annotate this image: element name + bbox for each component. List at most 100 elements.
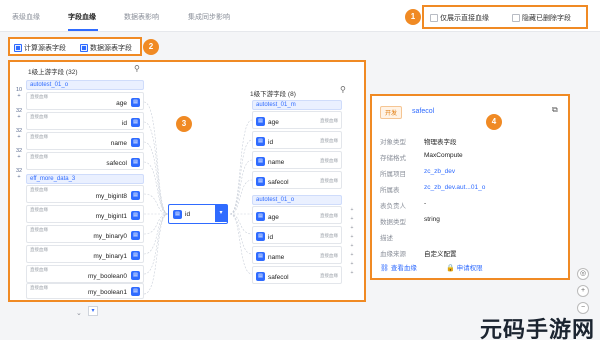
field-row[interactable]: 直接血缘 age ▤ bbox=[26, 92, 144, 110]
lineage-tag: 直接血缘 bbox=[320, 158, 338, 163]
legend-computed-label: 计算源表字段 bbox=[23, 45, 66, 52]
lineage-tag: 直接血缘 bbox=[320, 138, 338, 143]
field-type-icon: ▤ bbox=[256, 157, 265, 166]
downstream-expand-markers[interactable]: + + + + + + + + bbox=[348, 206, 356, 286]
field-row[interactable]: ▤ age 直接血缘 bbox=[252, 111, 342, 129]
field-row[interactable]: 直接血缘 my_boolean0 ▤ bbox=[26, 265, 144, 283]
lineage-canvas[interactable]: 1级上游字段 (32) ⚲ 10 + 32 + 32 + 32 + 32 + autote… bbox=[8, 60, 366, 302]
detail-key: 描述 bbox=[380, 235, 393, 242]
hide-deleted-label: 隐藏已删除字段 bbox=[521, 15, 571, 22]
datasource-checkbox[interactable] bbox=[80, 44, 88, 52]
lineage-tag: 直接血缘 bbox=[30, 285, 48, 290]
hide-deleted-checkbox[interactable] bbox=[512, 14, 520, 22]
env-tag: 开发 bbox=[380, 106, 403, 119]
canvas-collapse-icon[interactable]: ⌄ bbox=[76, 309, 82, 317]
field-row[interactable]: 直接血缘 my_binary0 ▤ bbox=[26, 225, 144, 243]
chevron-down-icon[interactable]: ▾ bbox=[88, 306, 98, 316]
lineage-tag: 直接血缘 bbox=[320, 178, 338, 183]
request-permission-label: 申请权限 bbox=[456, 265, 483, 272]
upstream-title: 1级上游字段 (32) bbox=[28, 69, 78, 76]
show-direct-option[interactable]: 仅展示直接血缘 bbox=[430, 13, 489, 23]
legend-computed[interactable]: 计算源表字段 bbox=[14, 43, 66, 53]
field-row[interactable]: 直接血缘 safecol ▤ bbox=[26, 152, 144, 170]
field-row[interactable]: ▤ name 直接血缘 bbox=[252, 246, 342, 264]
upstream-search-icon[interactable]: ⚲ bbox=[134, 64, 140, 73]
table-link[interactable]: zc_zb_dev.aut...01_o bbox=[424, 184, 485, 191]
detail-field-name[interactable]: safecol bbox=[412, 108, 434, 115]
tab-table-lineage[interactable]: 表级血缘 bbox=[12, 12, 40, 22]
field-row[interactable]: ▤ name 直接血缘 bbox=[252, 151, 342, 169]
field-row[interactable]: 直接血缘 my_binary1 ▤ bbox=[26, 245, 144, 263]
field-row[interactable]: ▤ id 直接血缘 bbox=[252, 226, 342, 244]
lineage-tag: 直接血缘 bbox=[320, 273, 338, 278]
lineage-tag: 直接血缘 bbox=[320, 233, 338, 238]
callout-badge-1: 1 bbox=[405, 9, 421, 25]
show-direct-checkbox[interactable] bbox=[430, 14, 438, 22]
field-row[interactable]: 直接血缘 id ▤ bbox=[26, 112, 144, 130]
legend-datasource[interactable]: 数据源表字段 bbox=[80, 43, 132, 53]
tab-table-impact[interactable]: 数据表影响 bbox=[124, 12, 159, 22]
copy-icon[interactable]: ⧉ bbox=[552, 105, 558, 115]
upstream-count-5: 32 + bbox=[15, 168, 23, 180]
lineage-tag: 直接血缘 bbox=[30, 134, 48, 139]
upstream-count-1: 10 + bbox=[15, 87, 23, 99]
project-link[interactable]: zc_zb_dev bbox=[424, 168, 455, 175]
downstream-search-icon[interactable]: ⚲ bbox=[340, 85, 346, 94]
field-type-icon: ▤ bbox=[131, 251, 140, 260]
lineage-tag: 直接血缘 bbox=[30, 227, 48, 232]
field-row[interactable]: 直接血缘 my_boolean1 ▤ bbox=[26, 283, 144, 299]
id-field-icon: ▤ bbox=[173, 210, 182, 219]
view-lineage-action[interactable]: ⛓ 查看血缘 bbox=[380, 262, 417, 272]
detail-value: 自定义配置 bbox=[424, 251, 457, 258]
field-row[interactable]: 直接血缘 my_bigint1 ▤ bbox=[26, 205, 144, 223]
field-name: name bbox=[268, 254, 285, 261]
detail-value: MaxCompute bbox=[424, 152, 463, 159]
zoom-in-icon[interactable]: + bbox=[577, 285, 589, 297]
field-name: my_bigint8 bbox=[95, 193, 127, 200]
field-type-icon: ▤ bbox=[256, 232, 265, 241]
field-name: safecol bbox=[106, 160, 127, 167]
chevron-down-icon[interactable]: ▾ bbox=[215, 205, 227, 222]
lineage-tag: 直接血缘 bbox=[30, 94, 48, 99]
field-type-icon: ▤ bbox=[256, 137, 265, 146]
computed-checkbox[interactable] bbox=[14, 44, 22, 52]
detail-key: 血缘来源 bbox=[380, 251, 406, 258]
lineage-tag: 直接血缘 bbox=[30, 114, 48, 119]
watermark-logo: 元码手游网 bbox=[480, 318, 596, 340]
field-name: my_boolean0 bbox=[87, 273, 127, 280]
field-type-icon: ▤ bbox=[131, 118, 140, 127]
upstream-table-header[interactable]: autotest_01_o bbox=[26, 80, 144, 90]
legend: 计算源表字段 数据源表字段 bbox=[8, 37, 142, 56]
field-type-icon: ▤ bbox=[131, 138, 140, 147]
detail-value: 物理表字段 bbox=[424, 139, 457, 146]
lineage-tag: 直接血缘 bbox=[30, 267, 48, 272]
detail-key: 数据类型 bbox=[380, 219, 406, 226]
field-row[interactable]: ▤ safecol 直接血缘 bbox=[252, 171, 342, 189]
downstream-table-header[interactable]: autotest_01_o bbox=[252, 195, 342, 205]
detail-value: - bbox=[424, 200, 427, 207]
tab-field-lineage[interactable]: 字段血缘 bbox=[68, 12, 96, 22]
lineage-tag: 直接血缘 bbox=[30, 187, 48, 192]
field-type-icon: ▤ bbox=[131, 211, 140, 220]
field-row[interactable]: 直接血缘 my_bigint8 ▤ bbox=[26, 185, 144, 203]
center-field-node[interactable]: ▤ id ▾ bbox=[168, 204, 228, 224]
field-row[interactable]: ▤ age 直接血缘 bbox=[252, 206, 342, 224]
field-row[interactable]: ▤ id 直接血缘 bbox=[252, 131, 342, 149]
field-name: my_boolean1 bbox=[87, 289, 127, 296]
field-row[interactable]: 直接血缘 name ▤ bbox=[26, 132, 144, 150]
hide-deleted-option[interactable]: 隐藏已删除字段 bbox=[512, 13, 571, 23]
request-permission-action[interactable]: 🔒 申请权限 bbox=[446, 262, 483, 272]
field-row[interactable]: ▤ safecol 直接血缘 bbox=[252, 266, 342, 284]
tab-sync-impact[interactable]: 集成同步影响 bbox=[188, 12, 230, 22]
detail-key: 所属表 bbox=[380, 187, 400, 194]
detail-value: string bbox=[424, 216, 440, 223]
field-name: name bbox=[268, 159, 285, 166]
upstream-count-4: 32 + bbox=[15, 148, 23, 160]
field-type-icon: ▤ bbox=[256, 117, 265, 126]
detail-key: 对象类型 bbox=[380, 139, 406, 146]
upstream-table-header[interactable]: eff_more_data_3 bbox=[26, 174, 144, 184]
detail-key: 所属项目 bbox=[380, 171, 406, 178]
locate-icon[interactable]: ◎ bbox=[577, 268, 589, 280]
field-type-icon: ▤ bbox=[131, 98, 140, 107]
downstream-table-header[interactable]: autotest_01_m bbox=[252, 100, 342, 110]
